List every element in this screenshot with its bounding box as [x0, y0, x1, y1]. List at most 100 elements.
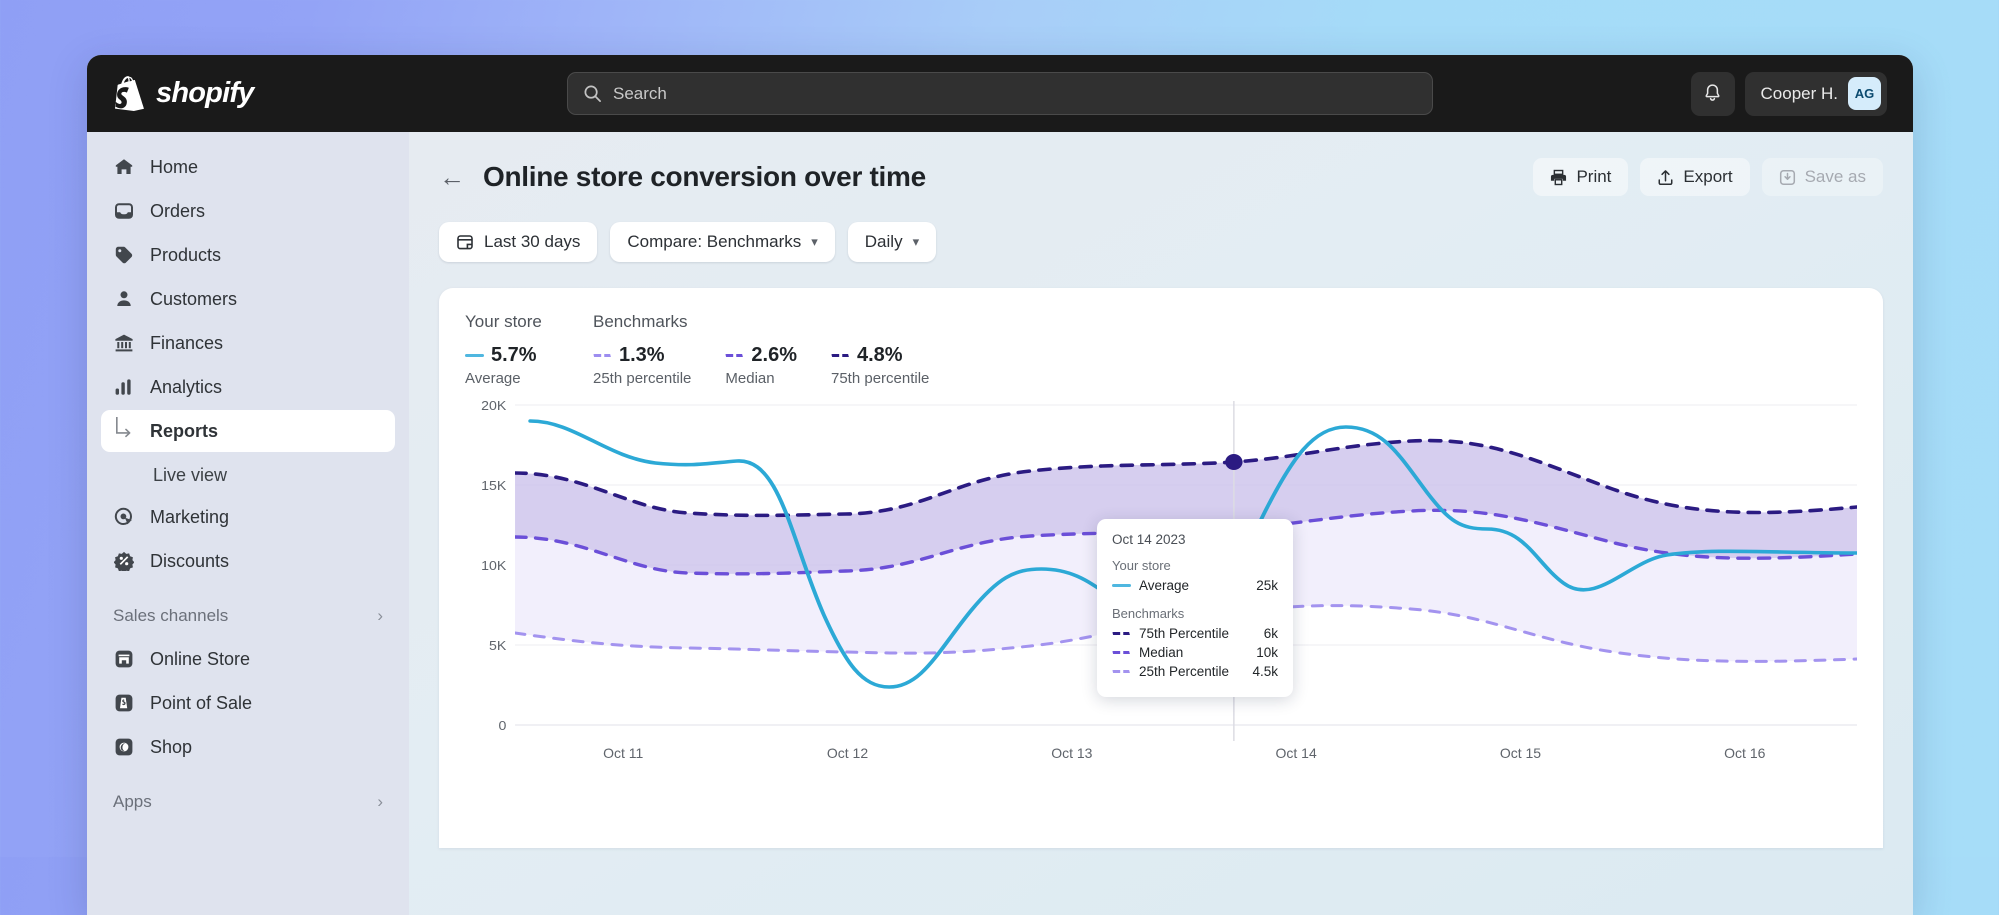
avatar: AG: [1848, 77, 1881, 110]
export-button[interactable]: Export: [1640, 158, 1750, 196]
sidebar-item-marketing[interactable]: Marketing: [101, 496, 395, 538]
legend-metric-sub: 25th percentile: [593, 370, 692, 387]
tooltip-row-label: Median: [1139, 645, 1184, 660]
x-tick-label: Oct 14: [1275, 745, 1317, 761]
x-tick-label: Oct 16: [1724, 745, 1766, 761]
filter-label: Daily: [864, 232, 903, 251]
hover-marker-dot: [1225, 454, 1243, 470]
sidebar-item-shop[interactable]: Shop: [101, 726, 395, 768]
y-tick-label: 5K: [489, 639, 506, 653]
tooltip-row-25th: 25th Percentile 4.5k: [1112, 664, 1278, 679]
percent-icon: [113, 551, 134, 572]
sidebar-item-finances[interactable]: Finances: [101, 322, 395, 364]
sidebar-section-label: Sales channels: [113, 606, 229, 625]
person-icon: [113, 289, 134, 310]
tooltip-row-label: 25th Percentile: [1139, 664, 1230, 679]
save-icon: [1779, 169, 1795, 185]
page-title-group: ← Online store conversion over time: [439, 161, 926, 193]
sidebar-item-label: Online Store: [150, 648, 251, 669]
legend-metric-value: 1.3%: [619, 344, 665, 366]
y-axis-tick-labels: 20K 15K 10K 5K 0: [481, 401, 507, 733]
x-axis-tick-labels: Oct 11 Oct 12 Oct 13 Oct 14 Oct 15 Oct 1…: [465, 745, 1857, 761]
upload-icon: [1658, 169, 1673, 185]
tooltip-row-average: Average 25k: [1112, 578, 1278, 593]
home-icon: [113, 157, 134, 178]
sidebar-section-sales-channels[interactable]: Sales channels ›: [101, 594, 395, 638]
notifications-button[interactable]: [1690, 71, 1735, 116]
compare-filter[interactable]: Compare: Benchmarks ▾: [610, 222, 835, 262]
granularity-filter[interactable]: Daily ▾: [847, 222, 937, 262]
tooltip-swatch-dashed: [1112, 632, 1131, 635]
legend-swatch-solid: [465, 354, 484, 357]
sidebar-item-discounts[interactable]: Discounts: [101, 540, 395, 582]
legend-your-store: Your store 5.7% Average: [465, 312, 583, 387]
sidebar-item-customers[interactable]: Customers: [101, 278, 395, 320]
arrow-left-icon[interactable]: ←: [439, 164, 465, 190]
sidebar-item-live-view[interactable]: Live view: [101, 454, 395, 496]
sidebar-item-orders[interactable]: Orders: [101, 190, 395, 232]
legend-metric-median: 2.6% Median: [725, 344, 797, 387]
tooltip-swatch-dashed: [1112, 670, 1131, 673]
x-tick-label: Oct 11: [603, 745, 644, 761]
printer-icon: [1551, 169, 1567, 185]
tooltip-row-75th: 75th Percentile 6k: [1112, 626, 1278, 641]
sidebar-item-label: Discounts: [150, 550, 230, 571]
print-button[interactable]: Print: [1533, 158, 1629, 196]
target-icon: [113, 507, 134, 528]
legend-swatch-dashed: [593, 354, 612, 357]
tooltip-swatch-solid: [1112, 584, 1131, 587]
filter-label: Last 30 days: [484, 232, 581, 251]
tooltip-row-value: 6k: [1263, 626, 1278, 641]
global-search-bar[interactable]: [567, 72, 1433, 115]
sidebar-section-label: Apps: [113, 792, 152, 811]
tooltip-group-benchmarks: Benchmarks: [1112, 606, 1185, 621]
sidebar-item-home[interactable]: Home: [101, 146, 395, 188]
tooltip-date: Oct 14 2023: [1112, 532, 1186, 547]
shopify-logo[interactable]: shopify: [115, 76, 254, 111]
tooltip-swatch-dashed: [1112, 651, 1131, 654]
arrow-sub-icon: [113, 417, 134, 442]
filter-label: Compare: Benchmarks: [627, 232, 802, 251]
sidebar-item-label: Reports: [150, 420, 219, 441]
user-menu-button[interactable]: Cooper H. AG: [1744, 71, 1887, 116]
sidebar-item-online-store[interactable]: Online Store: [101, 638, 395, 680]
store-icon: [113, 649, 134, 670]
sidebar-item-label: Products: [150, 244, 222, 265]
sidebar-item-label: Orders: [150, 200, 206, 221]
tag-icon: [113, 245, 134, 266]
calendar-icon: [457, 235, 473, 250]
tooltip-row-value: 4.5k: [1252, 664, 1278, 679]
pos-icon: [113, 693, 134, 714]
sidebar-item-label: Point of Sale: [150, 692, 253, 713]
action-label: Print: [1576, 167, 1612, 186]
chart-plot-area[interactable]: 20K 15K 10K 5K 0 Oct 11 Oct 12 Oct 13 Oc…: [465, 401, 1857, 801]
legend-swatch-dashed: [725, 354, 745, 357]
sidebar-item-products[interactable]: Products: [101, 234, 395, 276]
y-tick-label: 0: [498, 719, 506, 733]
bell-icon: [1705, 84, 1720, 101]
action-label: Save as: [1804, 167, 1866, 186]
legend-group-label: Benchmarks: [593, 312, 688, 331]
legend-metric-25th: 1.3% 25th percentile: [593, 344, 691, 387]
action-label: Export: [1683, 167, 1733, 186]
sidebar-section-apps[interactable]: Apps ›: [101, 780, 395, 824]
y-tick-label: 10K: [481, 559, 506, 573]
sidebar-item-label: Finances: [150, 332, 224, 353]
sidebar-item-point-of-sale[interactable]: Point of Sale: [101, 682, 395, 724]
sidebar-item-reports[interactable]: Reports: [101, 410, 395, 452]
legend-metric-value: 5.7%: [491, 344, 537, 366]
x-tick-label: Oct 13: [1051, 745, 1093, 761]
search-input[interactable]: [613, 83, 1417, 104]
save-as-button[interactable]: Save as: [1761, 158, 1883, 196]
sidebar-item-analytics[interactable]: Analytics: [101, 366, 395, 408]
top-navigation-bar: shopify Cooper H. AG: [87, 55, 1913, 132]
chevron-right-icon: ›: [377, 792, 383, 811]
sidebar-item-label: Home: [150, 156, 199, 177]
sidebar-item-label: Shop: [150, 736, 193, 757]
legend-metric-value: 4.8%: [857, 344, 903, 366]
chevron-down-icon: ▾: [811, 234, 818, 249]
legend-metric-sub: Average: [465, 370, 521, 387]
page-title: Online store conversion over time: [483, 161, 926, 192]
tooltip-row-label: Average: [1139, 578, 1190, 593]
date-range-filter[interactable]: Last 30 days: [439, 222, 598, 262]
